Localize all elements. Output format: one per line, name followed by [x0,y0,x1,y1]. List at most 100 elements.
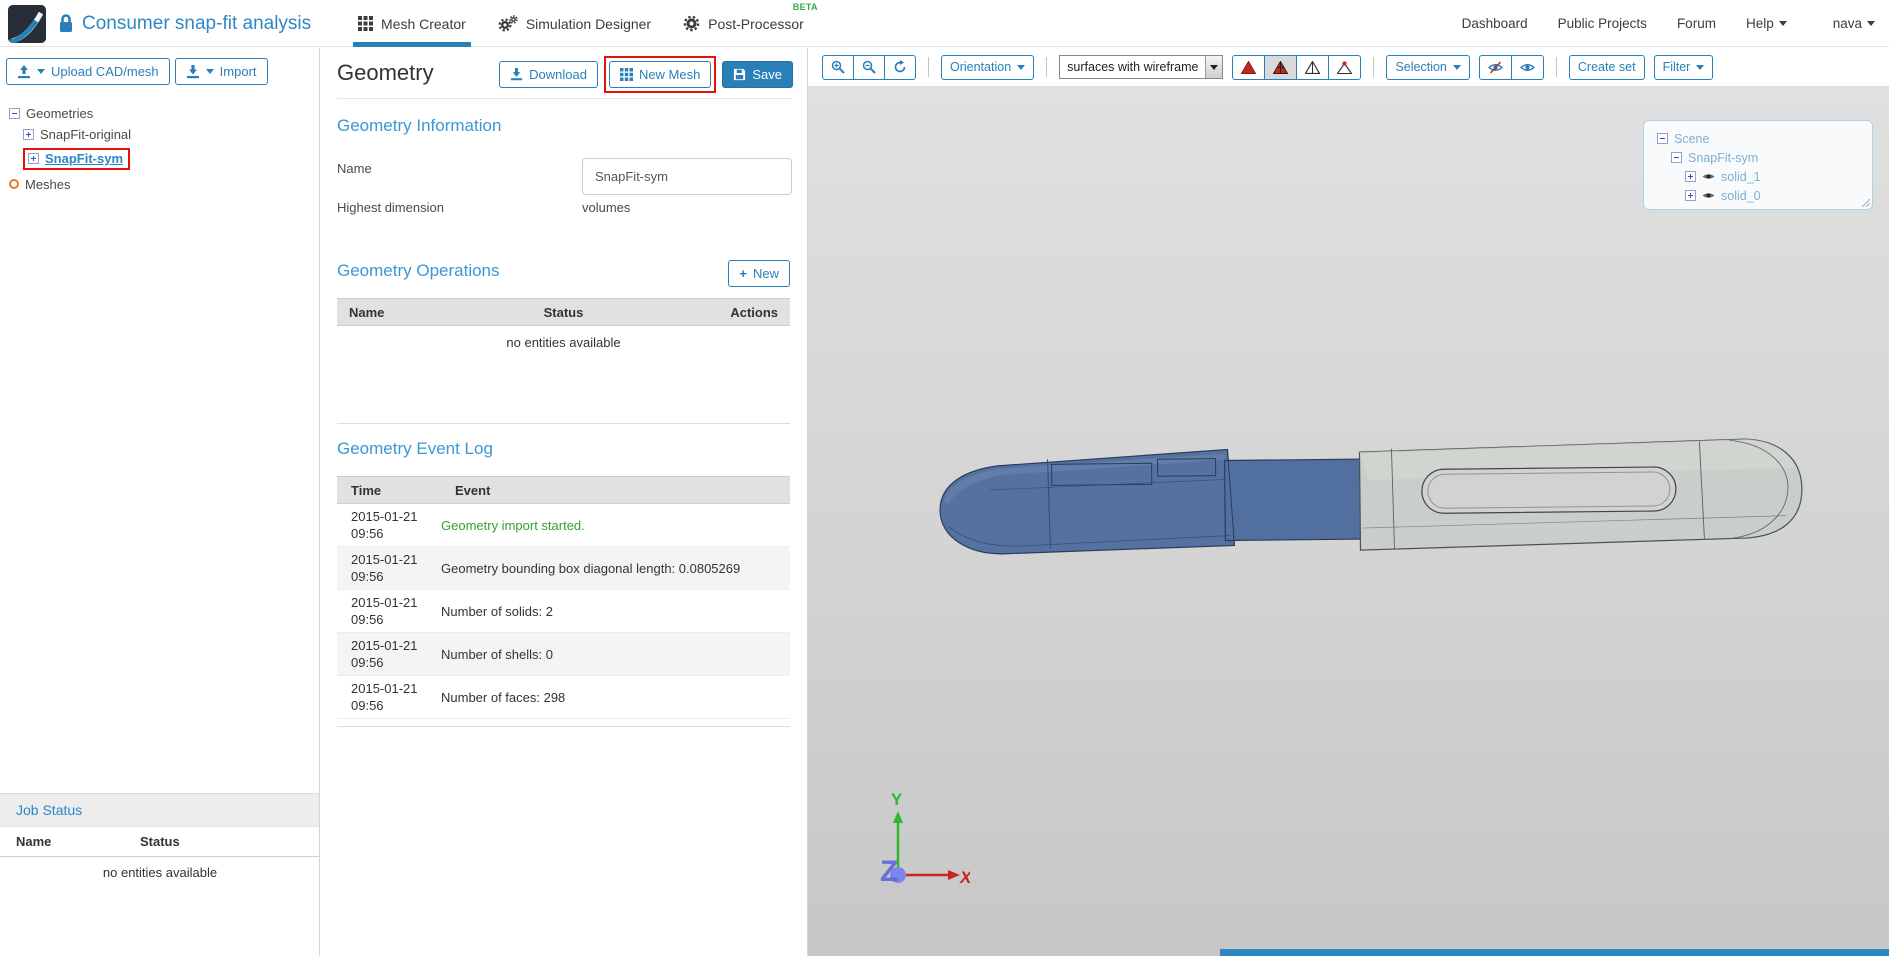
selection-dropdown[interactable]: Selection [1386,54,1470,80]
nav-forum[interactable]: Forum [1677,16,1716,31]
tree-label-selected[interactable]: SnapFit-sym [45,151,123,166]
expand-icon[interactable] [1685,190,1696,201]
tab-simulation-designer[interactable]: Simulation Designer [498,0,651,47]
download-button[interactable]: Download [499,61,598,88]
section-heading-operations: Geometry Operations [337,261,500,280]
event-text: Number of shells: 0 [441,646,553,662]
create-set-button[interactable]: Create set [1568,54,1645,80]
scene-tree-panel: Scene SnapFit-sym solid_1 solid_0 [1643,120,1873,210]
visibility-group [1478,54,1544,80]
viewer-canvas[interactable]: Scene SnapFit-sym solid_1 solid_0 Y Z [808,86,1889,956]
nav-help-menu[interactable]: Help [1746,16,1787,31]
hide-selection-button[interactable] [1478,54,1512,80]
axis-z-label: Z [880,855,898,888]
tab-label: Mesh Creator [381,15,466,32]
resize-handle[interactable] [1860,197,1870,207]
surface-mode-button[interactable] [1232,54,1266,80]
chevron-down-icon [1867,21,1875,26]
render-mode-select[interactable]: surfaces with wireframe [1059,55,1224,79]
expand-icon[interactable] [23,128,34,140]
chevron-down-icon [1696,64,1705,70]
refresh-icon [894,60,906,73]
outline-triangle-icon [1305,60,1321,74]
scene-label: SnapFit-sym [1688,150,1759,165]
app-logo[interactable] [8,5,46,43]
filter-dropdown[interactable]: Filter [1653,54,1714,80]
table-row: 2015-01-21 09:56 Geometry bounding box d… [337,547,790,590]
table-row: 2015-01-21 09:56 Number of faces: 298 [337,676,790,719]
expand-icon[interactable] [28,153,39,164]
scene-node-solid-1[interactable]: solid_1 [1644,167,1872,186]
triangle-wireframe-icon [1273,60,1289,74]
tree-node-meshes[interactable]: Meshes [9,175,131,193]
grid-icon [619,68,633,81]
axis-triad: Y X Z [880,790,970,888]
footer-bar [1220,949,1889,956]
name-input[interactable] [582,158,792,195]
save-label: Save [752,67,782,82]
project-title: Consumer snap-fit analysis [82,13,312,34]
nav-public-projects[interactable]: Public Projects [1558,16,1647,31]
orientation-label: Orientation [950,60,1012,74]
new-operation-button[interactable]: + New [728,260,790,287]
import-label: Import [219,64,257,79]
zoom-group [822,54,916,80]
app-root: Consumer snap-fit analysis Mesh Creator [0,0,1889,956]
expand-icon[interactable] [1685,171,1696,182]
eye-icon [1519,63,1535,71]
new-mesh-label: New Mesh [638,67,701,82]
job-status-title: Job Status [16,802,83,818]
tab-post-processor[interactable]: Post-Processor BETA [683,0,818,47]
panel-actions: Download New Mesh Save [499,56,793,93]
points-mode-button[interactable] [1328,54,1362,80]
table-footer-spacer [337,719,790,726]
tree-node-snapfit-sym[interactable]: SnapFit-sym [23,146,131,172]
nav-dashboard[interactable]: Dashboard [1462,16,1528,31]
wireframe-mode-button[interactable] [1296,54,1330,80]
upload-cad-button[interactable]: Upload CAD/mesh [6,58,170,85]
scene-node-root[interactable]: Scene [1644,129,1872,148]
render-mode-group [1232,54,1362,80]
brand: Consumer snap-fit analysis [8,4,311,44]
visibility-eye-icon[interactable] [1702,172,1715,181]
show-all-button[interactable] [1510,54,1544,80]
collapse-icon[interactable] [1671,152,1682,163]
event-time: 2015-01-21 09:56 [351,595,418,627]
table-row: 2015-01-21 09:56 Number of shells: 0 [337,633,790,676]
zoom-to-fit-button[interactable] [822,54,854,80]
tree-node-snapfit-original[interactable]: SnapFit-original [23,125,131,143]
scene-node-geometry[interactable]: SnapFit-sym [1644,148,1872,167]
tab-label: Simulation Designer [525,15,652,32]
collapse-icon[interactable] [1657,133,1668,144]
zoom-out-button[interactable] [853,54,885,80]
surface-wireframe-mode-button[interactable] [1264,54,1298,80]
save-button[interactable]: Save [722,61,793,88]
tab-mesh-creator[interactable]: Mesh Creator [353,0,471,47]
collapse-icon[interactable] [9,107,20,119]
column-header-actions: Actions [730,305,778,320]
viewer-pane: Orientation surfaces with wireframe Sele… [808,48,1889,956]
refresh-view-button[interactable] [884,54,916,80]
zoom-out-icon [862,60,876,74]
scene-label: Scene [1674,131,1710,146]
operations-table-header: Name Status Actions [337,298,790,326]
name-label: Name [337,161,372,176]
chevron-down-icon [1017,64,1026,70]
user-menu[interactable]: nava [1833,16,1875,31]
new-mesh-button[interactable]: New Mesh [608,61,712,88]
annotation-box: SnapFit-sym [23,148,131,170]
column-header-event: Event [455,483,491,498]
tree-node-geometries[interactable]: Geometries [9,104,131,122]
event-log-body: 2015-01-21 09:56 Geometry import started… [337,504,790,726]
column-header-time: Time [351,483,382,498]
snapfit-model[interactable] [930,432,1810,572]
import-button[interactable]: Import [174,58,268,85]
tab-label: Post-Processor [708,15,804,32]
visibility-eye-icon[interactable] [1702,191,1715,200]
chevron-down-icon [1778,21,1787,26]
selection-label: Selection [1395,60,1447,74]
orientation-dropdown[interactable]: Orientation [941,54,1035,80]
grid-icon [358,16,373,31]
upload-label: Upload CAD/mesh [51,64,159,79]
scene-node-solid-0[interactable]: solid_0 [1644,186,1872,205]
